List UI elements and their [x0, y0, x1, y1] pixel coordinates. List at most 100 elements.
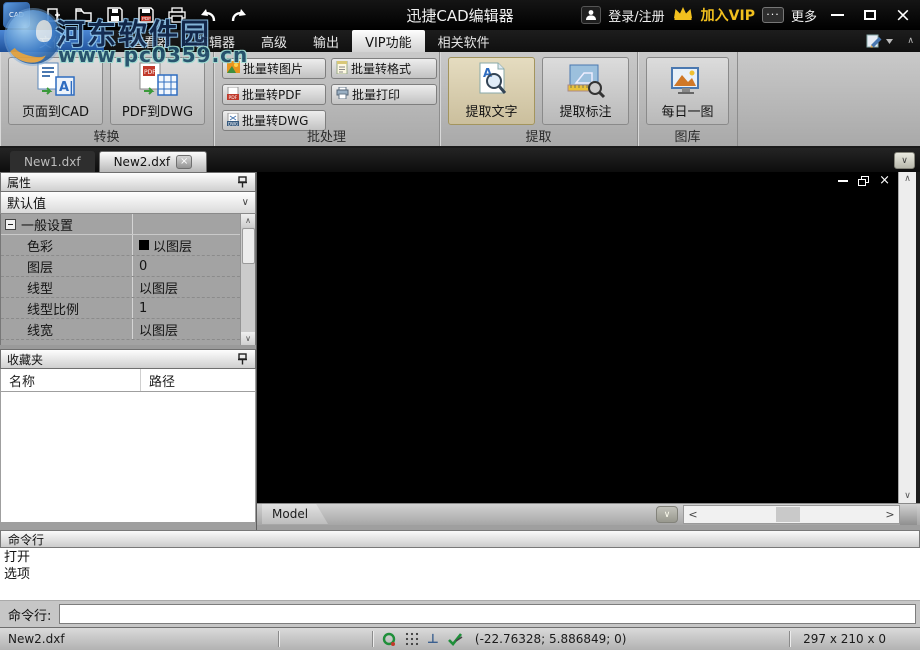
extract-text-button[interactable]: A 提取文字	[448, 57, 535, 125]
ortho-mode-icon[interactable]: ⊥	[427, 632, 439, 647]
command-history-line: 打开	[4, 550, 31, 565]
more-link[interactable]: 更多	[791, 6, 817, 25]
mdi-minimize-icon[interactable]	[838, 180, 849, 182]
properties-panel-header: 属性	[0, 172, 256, 192]
pdf-to-dwg-button[interactable]: PDF PDF到DWG	[110, 57, 205, 125]
model-layout-tab[interactable]: Model	[262, 504, 328, 524]
quick-access-toolbar: PDF	[42, 4, 250, 26]
save-as-pdf-button[interactable]: PDF	[135, 4, 157, 26]
favorites-column-headers: 名称 路径	[0, 369, 256, 392]
tab-list-dropdown-icon[interactable]: ∨	[894, 152, 915, 169]
page-to-cad-icon: A|	[34, 58, 78, 101]
favorites-col-path[interactable]: 路径	[141, 371, 175, 390]
canvas-vertical-scrollbar[interactable]: ∧ ∨	[898, 172, 916, 503]
app-window: CAD PDF 迅捷CAD编辑器 登录/注册 加入VIP ··· 更多 × 文件…	[0, 0, 920, 650]
scroll-down-icon[interactable]: ∨	[904, 491, 911, 501]
close-button[interactable]: ×	[890, 3, 916, 27]
batch-print-label: 批量打印	[352, 88, 401, 102]
grid-icon[interactable]	[405, 632, 419, 646]
document-tab-bar: New1.dxf New2.dxf × ∨	[0, 148, 920, 172]
property-row-color[interactable]: 色彩 以图层	[1, 235, 255, 256]
tab-file[interactable]: 文件	[0, 30, 104, 52]
crown-icon	[672, 5, 694, 25]
more-options-icon[interactable]: ···	[761, 7, 784, 23]
batch-to-format-button[interactable]: 批量转格式	[331, 58, 437, 79]
document-tab-new1[interactable]: New1.dxf	[10, 151, 95, 172]
collapse-ribbon-icon[interactable]: ∧	[907, 36, 914, 46]
sketch-check-icon[interactable]	[447, 632, 463, 646]
property-row-linetype-scale[interactable]: 线型比例 1	[1, 298, 255, 319]
tab-related-software[interactable]: 相关软件	[425, 30, 503, 52]
save-button[interactable]	[104, 4, 126, 26]
maximize-button[interactable]	[857, 3, 883, 27]
svg-text:PDF: PDF	[142, 16, 151, 21]
batch-print-button[interactable]: 批量打印	[331, 84, 437, 105]
command-history[interactable]: 打开 选项	[0, 548, 920, 601]
layout-tab-strip: Model ∨ < >	[257, 503, 920, 525]
document-tab-new2[interactable]: New2.dxf ×	[98, 151, 208, 172]
status-separator	[278, 631, 280, 647]
markup-pencil-icon[interactable]	[866, 34, 894, 48]
user-account-icon[interactable]	[581, 6, 602, 24]
command-input[interactable]	[59, 604, 916, 624]
tab-advanced[interactable]: 高级	[248, 30, 300, 52]
redo-button[interactable]	[228, 4, 250, 26]
properties-title: 属性	[7, 175, 32, 190]
new-file-button[interactable]	[42, 4, 64, 26]
daily-image-button[interactable]: 每日一图	[646, 57, 729, 125]
svg-text:PDF: PDF	[144, 69, 156, 76]
extract-dimension-button[interactable]: 提取标注	[542, 57, 629, 125]
collapse-group-icon[interactable]	[5, 218, 16, 230]
properties-preset-value: 默认值	[7, 197, 47, 212]
property-row-layer[interactable]: 图层 0	[1, 256, 255, 277]
drawing-canvas[interactable]: ×	[257, 172, 898, 503]
tab-output[interactable]: 输出	[300, 30, 352, 52]
mdi-restore-icon[interactable]	[858, 176, 870, 186]
ribbon-group-extract: A 提取文字 提取标注 提取	[440, 52, 638, 146]
svg-text:DWG: DWG	[228, 121, 238, 126]
minimize-button[interactable]	[824, 3, 850, 27]
pin-icon[interactable]	[237, 176, 249, 188]
canvas-horizontal-scrollbar[interactable]: < >	[683, 505, 900, 524]
ribbon-group-gallery: 每日一图 图库	[638, 52, 738, 146]
scroll-up-icon[interactable]: ∧	[904, 174, 911, 184]
tab-vip[interactable]: VIP功能	[352, 30, 425, 52]
property-row-linetype[interactable]: 线型 以图层	[1, 277, 255, 298]
color-swatch	[139, 240, 149, 250]
close-tab-icon[interactable]: ×	[176, 155, 193, 169]
scroll-up-icon[interactable]: ∧	[241, 214, 255, 227]
daily-image-label: 每日一图	[661, 105, 714, 120]
property-group-row[interactable]: 一般设置	[1, 214, 255, 235]
properties-preset-select[interactable]: 默认值 ∨	[0, 192, 256, 214]
mdi-window-controls: ×	[838, 174, 890, 187]
properties-scrollbar[interactable]: ∧ ∨	[240, 214, 255, 345]
tab-viewer[interactable]: 查看器	[118, 30, 183, 52]
mdi-close-icon[interactable]: ×	[879, 174, 890, 187]
page-to-cad-button[interactable]: A| 页面到CAD	[8, 57, 103, 125]
scroll-right-icon[interactable]: >	[881, 508, 899, 521]
favorites-list[interactable]	[0, 392, 256, 523]
print-button[interactable]	[166, 4, 188, 26]
command-panel-title: 命令行	[8, 532, 45, 547]
scrollbar-thumb[interactable]	[776, 507, 800, 522]
tab-editor[interactable]: 编辑器	[183, 30, 248, 52]
command-panel-header: 命令行	[0, 530, 920, 548]
join-vip-link[interactable]: 加入VIP	[701, 5, 755, 25]
batch-to-pdf-button[interactable]: PDF 批量转PDF	[222, 84, 326, 105]
scroll-down-icon[interactable]: ∨	[241, 332, 255, 345]
property-value: 以图层	[153, 239, 193, 255]
favorites-col-name[interactable]: 名称	[1, 369, 141, 391]
undo-button[interactable]	[197, 4, 219, 26]
open-file-button[interactable]	[73, 4, 95, 26]
scrollbar-thumb[interactable]	[241, 228, 255, 264]
pin-icon[interactable]	[237, 353, 249, 365]
canvas-column: × ∧ ∨ Model ∨ < >	[257, 172, 920, 530]
login-register-link[interactable]: 登录/注册	[608, 6, 664, 25]
scroll-left-icon[interactable]: <	[684, 508, 702, 521]
object-snap-icon[interactable]	[382, 632, 397, 647]
layout-list-dropdown-icon[interactable]: ∨	[656, 506, 678, 523]
property-row-lineweight[interactable]: 线宽 以图层	[1, 319, 255, 340]
property-group-label: 一般设置	[21, 218, 74, 234]
batch-to-image-button[interactable]: 批量转图片	[222, 58, 326, 79]
status-file-name: New2.dxf	[8, 632, 65, 646]
